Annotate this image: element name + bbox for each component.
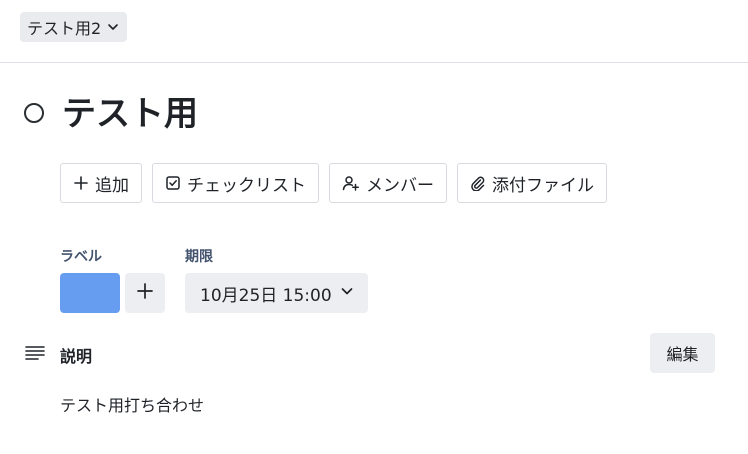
- description-text[interactable]: テスト用打ち合わせ: [60, 392, 204, 416]
- attachment-button-label: 添付ファイル: [492, 175, 594, 196]
- description-lines-icon: [25, 345, 45, 365]
- checklist-button-label: チェックリスト: [187, 175, 306, 196]
- description-heading: 説明: [60, 347, 93, 366]
- members-button[interactable]: メンバー: [329, 163, 447, 203]
- add-member-icon: [342, 175, 360, 191]
- chevron-down-icon: [107, 21, 119, 33]
- chevron-down-icon: [340, 283, 354, 303]
- attachment-button[interactable]: 添付ファイル: [457, 163, 607, 203]
- label-chip-blue[interactable]: [60, 273, 120, 313]
- checklist-button[interactable]: チェックリスト: [152, 163, 319, 203]
- edit-description-button[interactable]: 編集: [650, 333, 715, 373]
- card-title[interactable]: テスト用: [62, 90, 198, 138]
- card-actions: 追加 チェックリスト メンバー 添付ファイル: [60, 163, 607, 203]
- add-label-button[interactable]: [125, 273, 165, 313]
- due-date-heading: 期限: [185, 249, 213, 265]
- due-date-button[interactable]: 10月25日 15:00: [185, 273, 368, 313]
- due-date-value: 10月25日 15:00: [200, 285, 332, 306]
- list-selector-button[interactable]: テスト用2: [20, 12, 128, 42]
- list-selector-label: テスト用2: [27, 19, 102, 38]
- labels-heading: ラベル: [60, 249, 102, 265]
- members-button-label: メンバー: [366, 175, 434, 196]
- paperclip-icon: [470, 175, 486, 191]
- add-button[interactable]: 追加: [60, 163, 142, 203]
- checkbox-icon: [165, 175, 181, 191]
- complete-circle-icon[interactable]: [24, 103, 44, 123]
- plus-icon: [136, 282, 154, 304]
- card-detail-page: テスト用2 テスト用 追加 チェックリスト メンバー 添付ファイル ラベル 期限…: [0, 0, 748, 454]
- plus-icon: [73, 175, 89, 191]
- header-divider: [0, 62, 748, 63]
- add-button-label: 追加: [95, 175, 129, 196]
